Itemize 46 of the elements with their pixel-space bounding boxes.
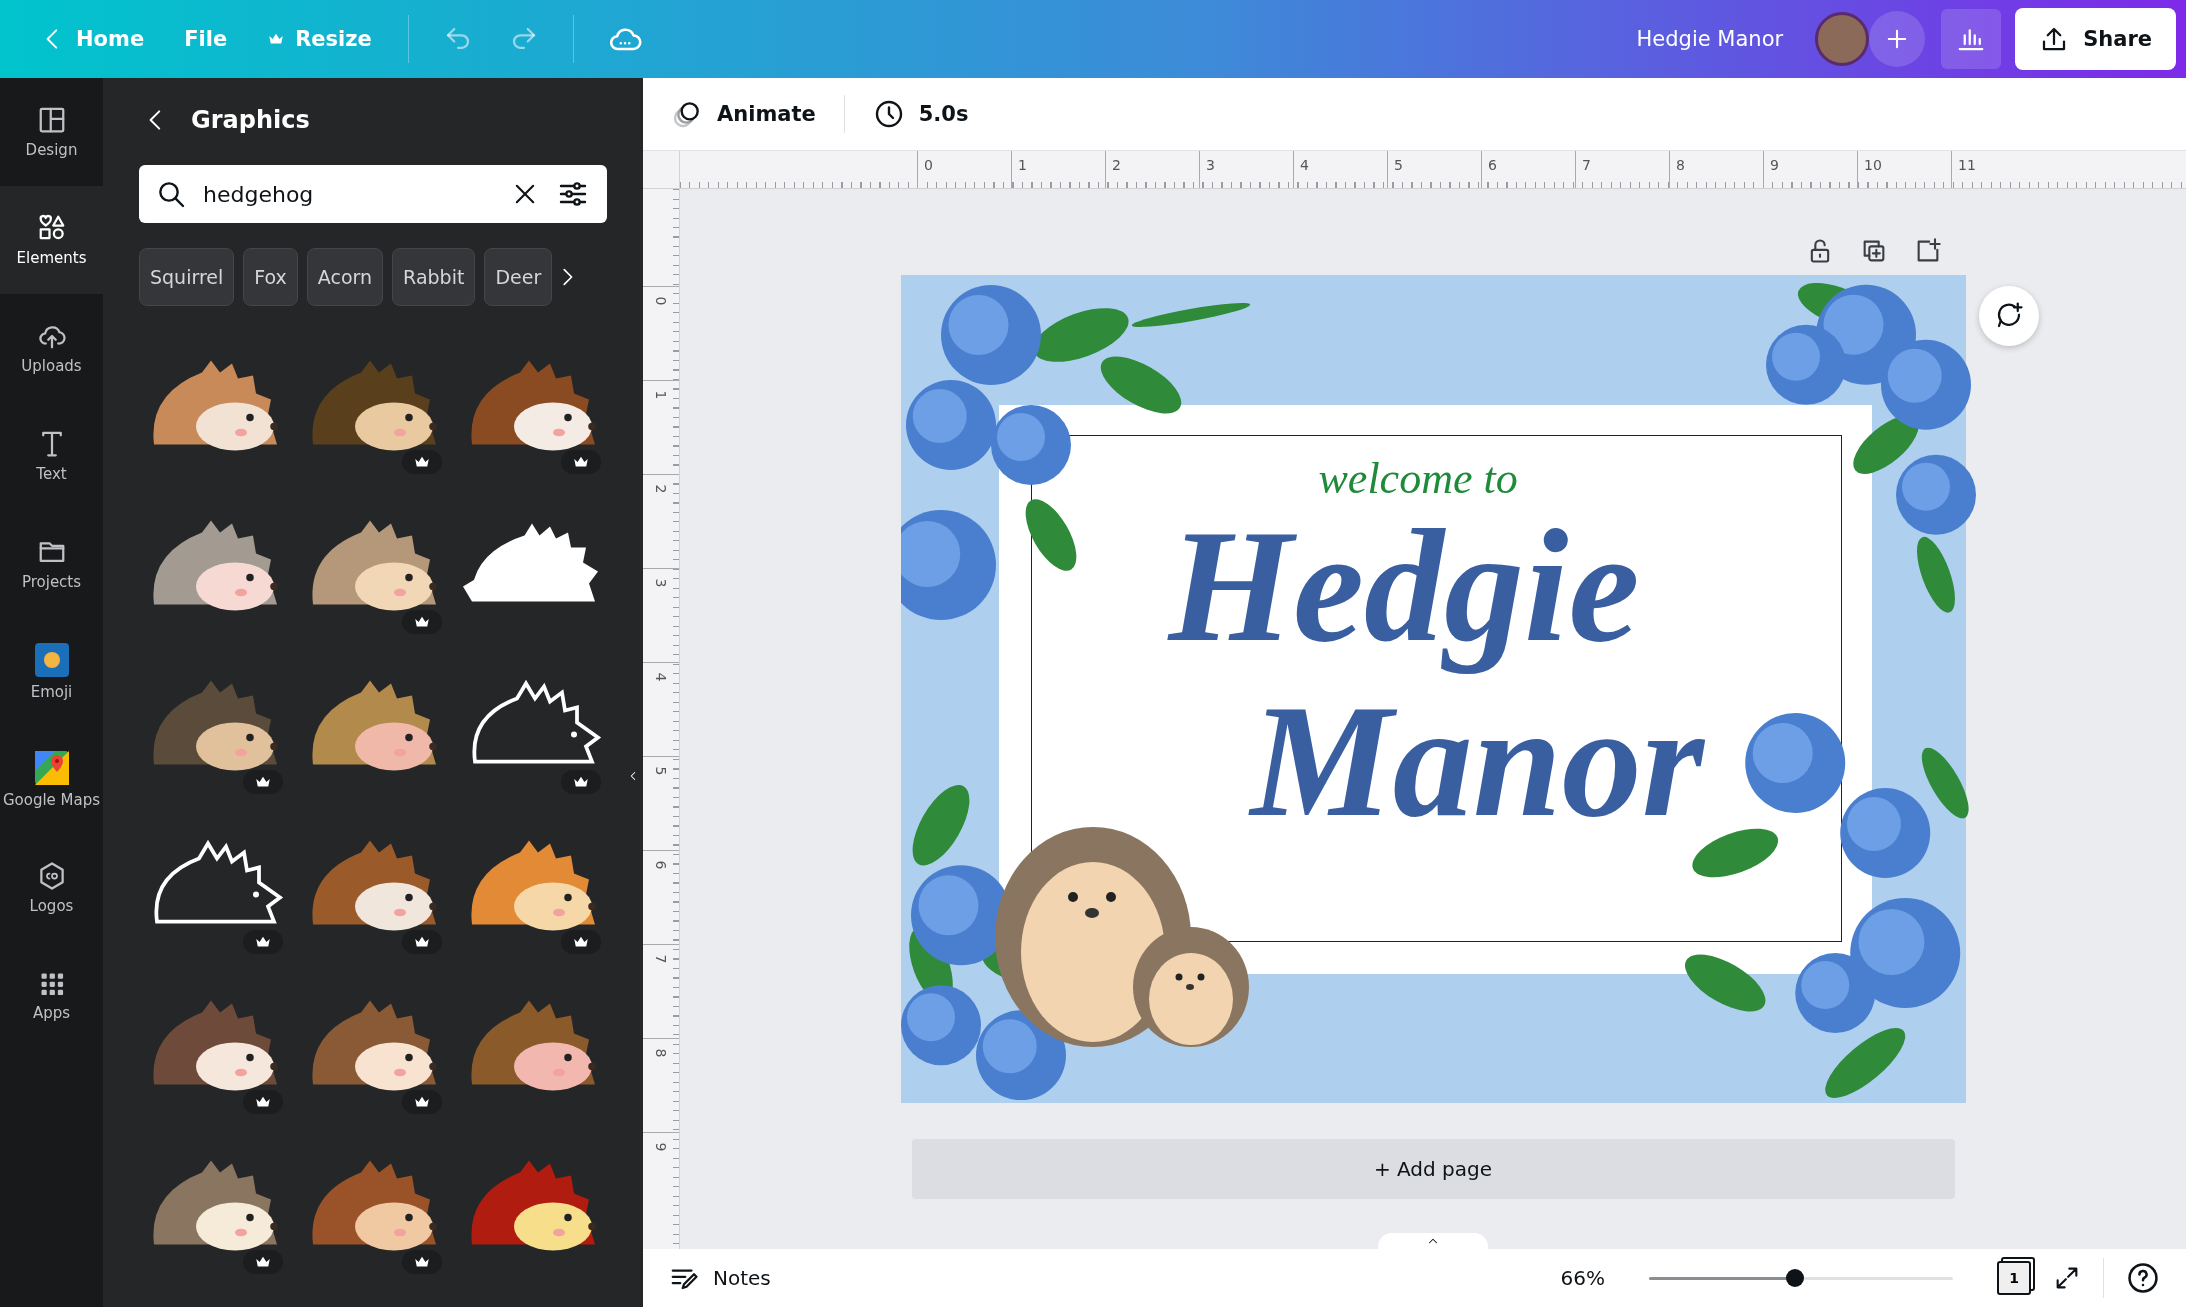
rail-item[interactable]: Elements	[0, 186, 103, 294]
ruler-label: 7	[1575, 151, 1669, 188]
ruler-label: 1	[1011, 151, 1105, 188]
ruler-label: 8	[653, 1048, 669, 1058]
notes-button[interactable]: Notes	[665, 1259, 775, 1297]
rail-item[interactable]: Text	[0, 402, 103, 510]
rail-item[interactable]: Emoji	[0, 618, 103, 726]
ruler-label: 7	[653, 954, 669, 964]
ruler-label: 9	[653, 1142, 669, 1152]
ruler-label: 10	[1857, 151, 1951, 188]
ruler-label: 5	[1387, 151, 1481, 188]
zoom-level: 66%	[1560, 1266, 1605, 1290]
animate-button[interactable]: Animate	[665, 90, 822, 138]
ruler-label: 6	[1481, 151, 1575, 188]
ruler-label: 0	[917, 151, 1011, 188]
ruler-label: 11	[1951, 151, 2045, 188]
ruler-label: 2	[653, 484, 669, 494]
search-input[interactable]: hedgehog	[201, 180, 495, 208]
rail-item[interactable]: Projects	[0, 510, 103, 618]
ruler-label: 4	[653, 672, 669, 682]
suggestion-chip[interactable]: Fox	[243, 248, 298, 306]
suggestion-chip[interactable]: Deer	[484, 248, 553, 306]
ruler-label: 6	[653, 860, 669, 870]
ruler-label: 4	[1293, 151, 1387, 188]
rail-item[interactable]: Design	[0, 78, 103, 186]
ruler-label: 3	[653, 578, 669, 588]
panel-title: Graphics	[191, 106, 310, 134]
suggestion-chip[interactable]: Squirrel	[139, 248, 235, 306]
rail-item[interactable]: Apps	[0, 942, 103, 1050]
rail-item[interactable]: Logos	[0, 834, 103, 942]
document-title[interactable]: Hedgie Manor	[1636, 27, 1784, 51]
ruler-label: 0	[653, 296, 669, 306]
share-button[interactable]: Share	[2015, 8, 2176, 70]
search-field[interactable]: hedgehog	[139, 165, 607, 223]
rail-item[interactable]: Google Maps	[0, 726, 103, 834]
ruler-label: 1	[653, 390, 669, 400]
suggestion-chip[interactable]: Acorn	[306, 248, 384, 306]
suggestion-chip[interactable]: Rabbit	[392, 248, 476, 306]
ruler-label: 2	[1105, 151, 1199, 188]
ruler-label: 8	[1669, 151, 1763, 188]
rail-item[interactable]: Uploads	[0, 294, 103, 402]
ruler-label: 3	[1199, 151, 1293, 188]
add-page-button[interactable]: + Add page	[911, 1139, 1955, 1199]
duration-button[interactable]: 5.0s	[866, 90, 975, 138]
ruler-label: 5	[653, 766, 669, 776]
ruler-label: 9	[1763, 151, 1857, 188]
